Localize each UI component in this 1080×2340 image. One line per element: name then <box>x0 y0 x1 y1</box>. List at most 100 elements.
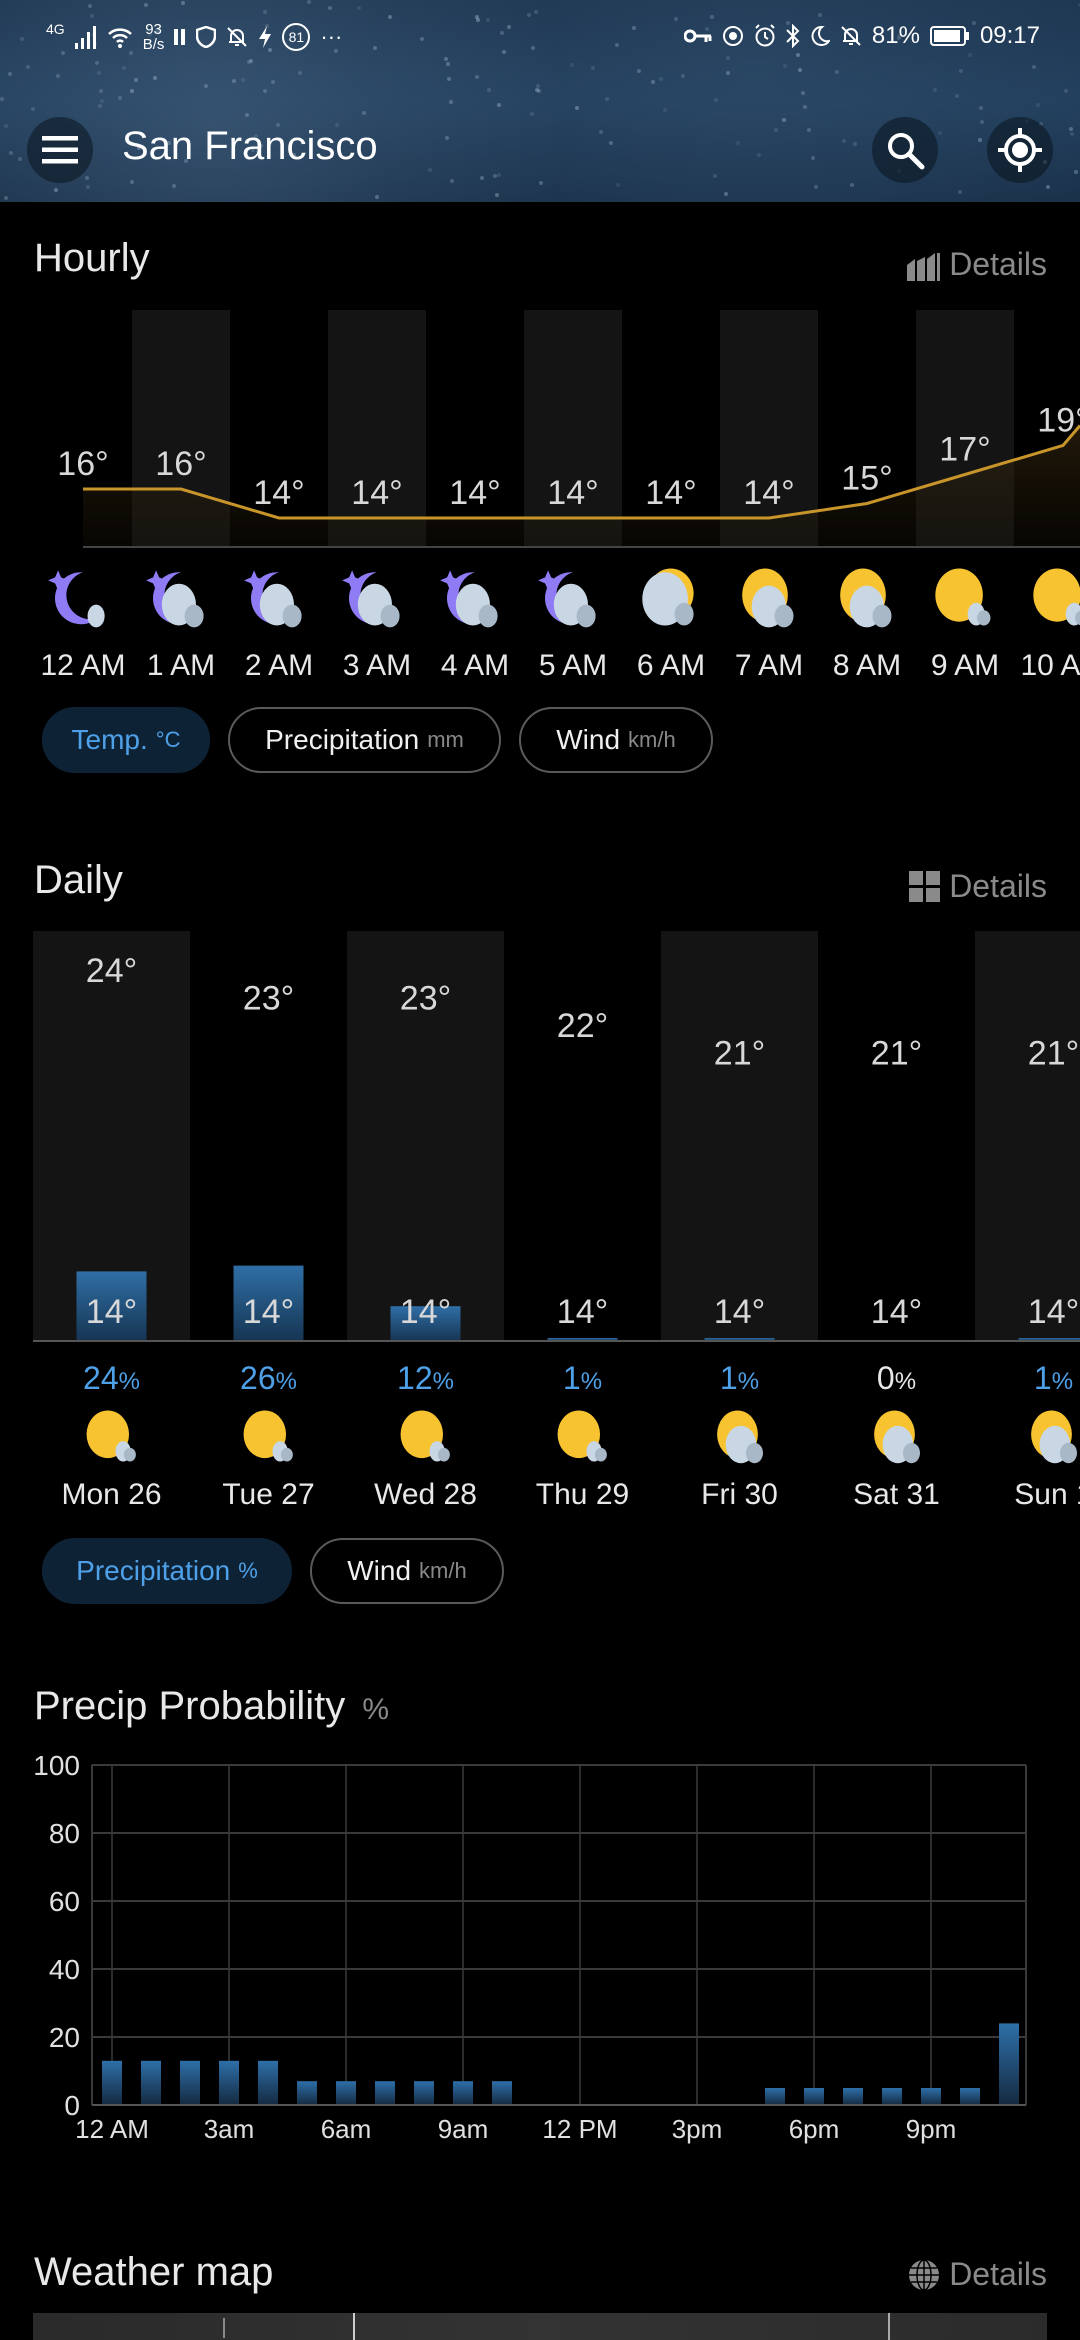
raindrop-decoration <box>420 36 425 41</box>
raindrop-decoration <box>800 91 805 96</box>
precip-probability-bar <box>999 2023 1019 2105</box>
raindrop-decoration <box>89 13 94 18</box>
day-precip-percent: 12% <box>397 1360 454 1396</box>
raindrop-decoration <box>933 88 938 93</box>
daily-chip-wind[interactable]: Wind km/h <box>310 1538 504 1604</box>
raindrop-decoration <box>3 123 8 128</box>
raindrop-decoration <box>443 56 448 61</box>
raindrop-decoration <box>121 65 126 70</box>
raindrop-decoration <box>495 193 500 198</box>
raindrop-decoration <box>834 70 839 75</box>
hourly-chip-precipitation[interactable]: Precipitation mm <box>228 707 501 773</box>
raindrop-decoration <box>4 195 9 200</box>
raindrop-decoration <box>713 98 718 103</box>
raindrop-decoration <box>774 127 779 132</box>
raindrop-decoration <box>673 17 678 22</box>
precip-value: 24 <box>83 1360 119 1396</box>
chart-icon <box>907 252 941 281</box>
raindrop-decoration <box>0 97 5 102</box>
raindrop-decoration <box>781 117 786 122</box>
hour-temp-label: 17° <box>939 431 990 469</box>
raindrop-decoration <box>538 181 543 186</box>
flash-icon <box>259 26 272 48</box>
precip-value: 12 <box>397 1360 433 1396</box>
precip-unit: % <box>276 1368 297 1395</box>
battery-percent: 81% <box>871 22 920 49</box>
weather-map-details-link[interactable]: Details <box>907 2256 1047 2293</box>
day-high-temp: 23° <box>400 980 451 1018</box>
raindrop-decoration <box>1074 169 1079 174</box>
raindrop-decoration <box>98 89 103 94</box>
day-label: Thu 29 <box>536 1478 629 1511</box>
raindrop-decoration <box>428 168 433 173</box>
raindrop-decoration <box>448 99 453 104</box>
daily-details-link[interactable]: Details <box>909 868 1047 905</box>
precip-value: 26 <box>240 1360 276 1396</box>
raindrop-decoration <box>980 119 985 124</box>
partly-cloudy-day-icon <box>717 1410 763 1464</box>
raindrop-decoration <box>496 103 501 108</box>
raindrop-decoration <box>374 195 379 200</box>
locate-button[interactable] <box>987 117 1053 183</box>
raindrop-decoration <box>445 62 450 67</box>
raindrop-decoration <box>651 80 656 85</box>
shield-icon <box>196 26 217 48</box>
daily-chip-precipitation[interactable]: Precipitation% <box>42 1538 292 1604</box>
raindrop-decoration <box>938 130 943 135</box>
raindrop-decoration <box>263 88 268 93</box>
daily-chart[interactable]: 24° 14° 24% Mon 26 23° 14° 26% Tue 27 23° 14° 12% W… <box>0 920 1080 1520</box>
raindrop-decoration <box>388 15 393 20</box>
hour-time-label: 7 AM <box>735 649 803 682</box>
day-label: Sat 31 <box>853 1478 940 1511</box>
day-high-temp: 21° <box>714 1035 765 1073</box>
raindrop-decoration <box>499 31 504 36</box>
hourly-title: Hourly <box>34 236 150 280</box>
signal-icon <box>74 26 96 49</box>
precip-probability-chart: 02040608010012 AM 3am 6am 9am 12 PM 3pm 6pm 9pm <box>33 1750 1027 2144</box>
weather-map-preview[interactable] <box>33 2313 1047 2340</box>
hourly-chip-temp[interactable]: Temp. °C <box>42 707 210 773</box>
raindrop-decoration <box>569 62 574 67</box>
raindrop-decoration <box>84 175 89 180</box>
hour-time-label: 4 AM <box>441 649 509 682</box>
precip-probability-bar <box>141 2060 161 2105</box>
chip-unit: °C <box>155 727 181 752</box>
hourly-chart[interactable]: 16° 12 AM 16° 1 AM 14° 2 AM 14° 3 AM 14° 4 AM 14° 5… <box>0 300 1080 700</box>
silent-bell-icon <box>841 26 861 46</box>
raindrop-decoration <box>492 174 497 179</box>
hourly-details-link[interactable]: Details <box>905 246 1047 283</box>
x-tick-label: 6am <box>321 2114 372 2144</box>
day-high-temp: 22° <box>557 1007 608 1045</box>
raindrop-decoration <box>756 153 761 158</box>
raindrop-decoration <box>605 97 610 102</box>
search-button[interactable] <box>872 117 938 183</box>
raindrop-decoration <box>474 75 479 80</box>
day-precip-percent: 1% <box>720 1360 759 1396</box>
chip-unit: % <box>238 1558 258 1583</box>
raindrop-decoration <box>129 179 134 184</box>
y-tick-label: 60 <box>49 1886 80 1917</box>
x-tick-label: 9pm <box>906 2114 957 2144</box>
hour-temp-label: 19° <box>1037 402 1080 440</box>
hour-temp-label: 14° <box>547 474 598 512</box>
precip-probability-bar <box>297 2081 317 2105</box>
day-low-temp: 14° <box>714 1293 765 1331</box>
day-low-temp: 14° <box>400 1293 451 1331</box>
city-name[interactable]: San Francisco <box>122 124 378 169</box>
hour-time-label: 6 AM <box>637 649 705 682</box>
network-speed: 93 B/s <box>143 22 165 52</box>
precip-probability-bar <box>375 2081 395 2105</box>
precip-probability-bar <box>492 2081 512 2105</box>
day-precip-percent: 24% <box>83 1360 140 1396</box>
day-precip-percent: 0% <box>877 1360 916 1396</box>
hour-time-label: 2 AM <box>245 649 313 682</box>
mostly-sunny-icon <box>1033 568 1080 626</box>
hourly-chip-wind[interactable]: Wind km/h <box>519 707 713 773</box>
raindrop-decoration <box>796 53 801 58</box>
chip-label: Wind <box>556 724 621 755</box>
mostly-sunny-icon <box>86 1410 136 1462</box>
raindrop-decoration <box>797 67 802 72</box>
menu-button[interactable] <box>27 117 93 183</box>
day-low-temp: 14° <box>557 1293 608 1331</box>
hamburger-icon <box>42 136 78 164</box>
